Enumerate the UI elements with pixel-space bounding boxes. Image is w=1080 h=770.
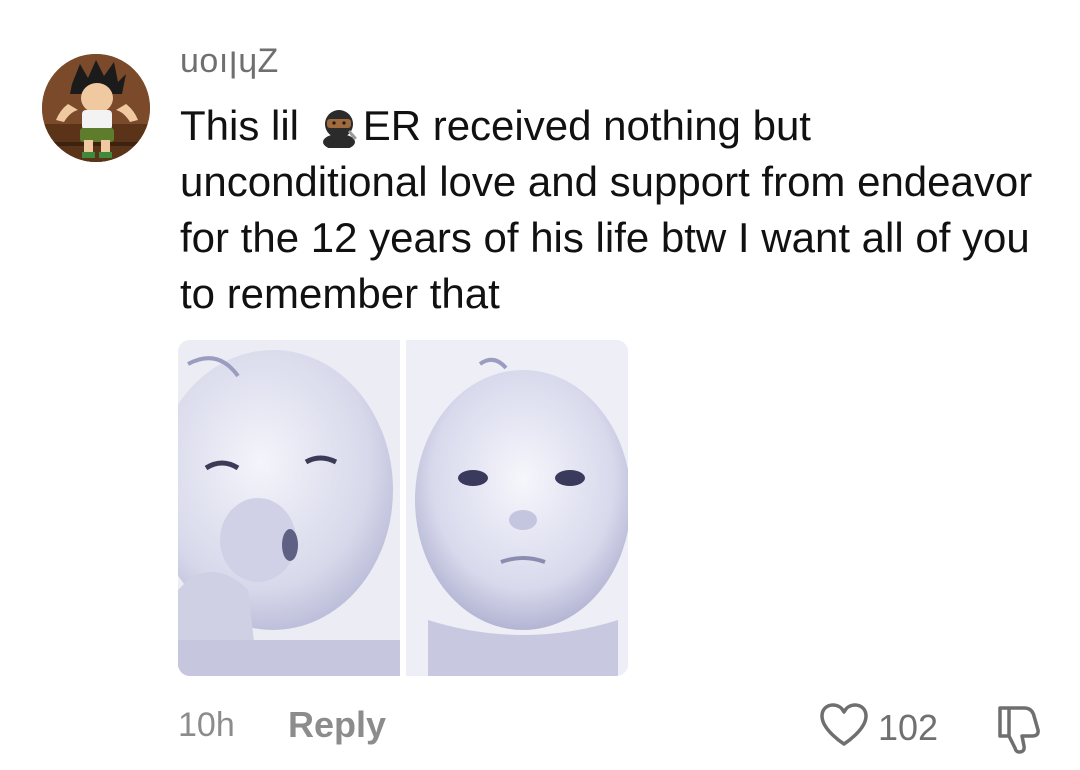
username[interactable]: uoıןɥZ — [180, 42, 279, 81]
baby-faces-image — [178, 340, 628, 676]
like-button[interactable]: 102 — [818, 702, 938, 753]
timestamp: 10h — [178, 706, 235, 744]
like-count: 102 — [878, 706, 939, 748]
thumbs-down-icon — [994, 706, 1044, 758]
avatar[interactable] — [42, 54, 150, 162]
attached-image[interactable] — [178, 340, 628, 676]
ninja-emoji-icon — [317, 104, 361, 150]
avatar-image — [42, 54, 150, 162]
heart-outline-icon — [818, 702, 870, 753]
comment-text-start: This lil — [180, 102, 311, 149]
comment-text: This lil ER received nothing but uncondi… — [180, 98, 1060, 322]
dislike-button[interactable] — [994, 702, 1044, 759]
comment: uoıןɥZ This lil ER received nothing but … — [0, 0, 1080, 770]
reply-button[interactable]: Reply — [288, 704, 386, 746]
